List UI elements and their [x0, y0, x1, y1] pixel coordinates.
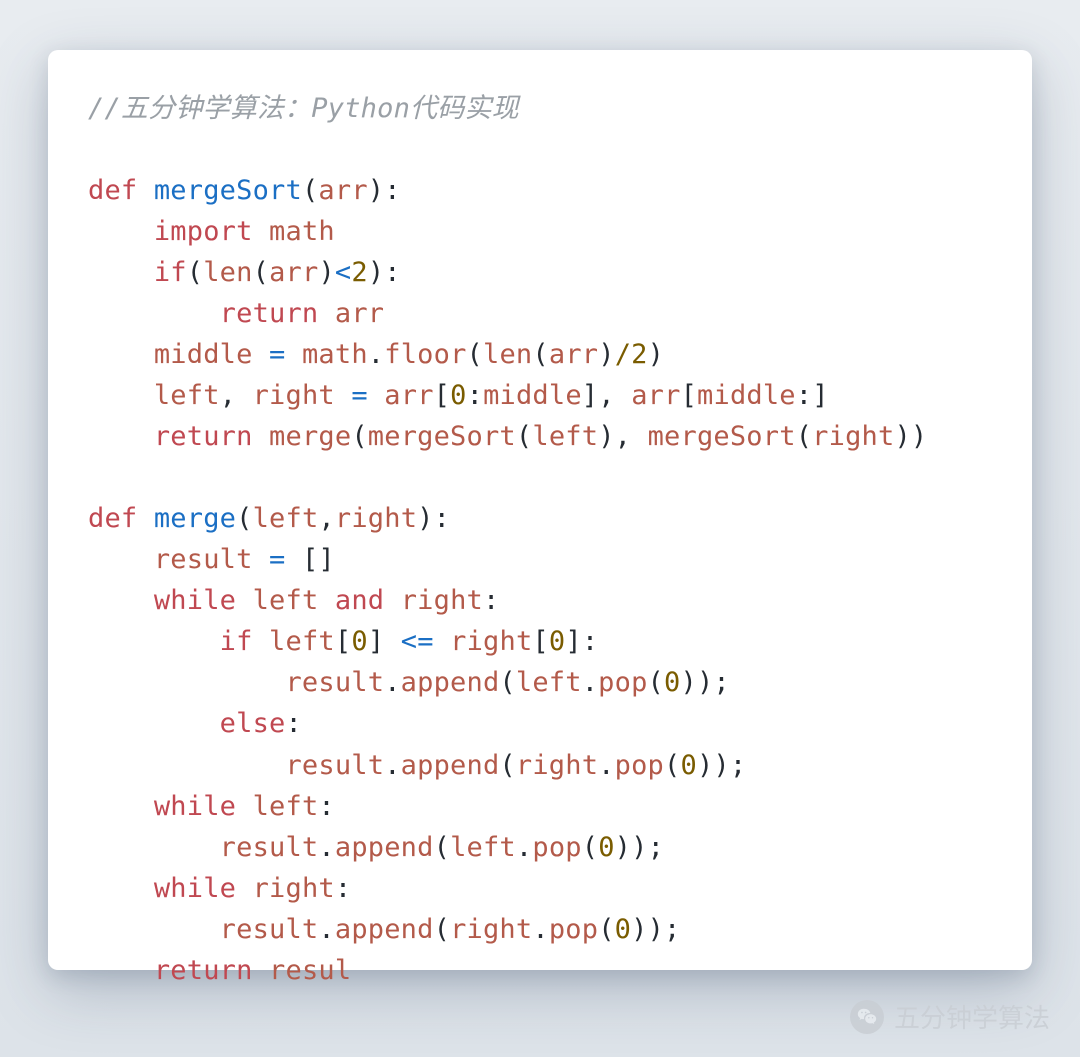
wechat-icon	[850, 1000, 884, 1034]
watermark: 五分钟学算法	[850, 998, 1050, 1035]
kw-def: def	[88, 175, 137, 206]
fn-mergesort: mergeSort	[154, 175, 302, 206]
fn-merge: merge	[154, 503, 236, 534]
watermark-text: 五分钟学算法	[894, 998, 1050, 1035]
code-card: //五分钟学算法：Python代码实现 def mergeSort(arr): …	[48, 50, 1032, 970]
code-block: //五分钟学算法：Python代码实现 def mergeSort(arr): …	[88, 88, 996, 991]
code-comment: //五分钟学算法：Python代码实现	[88, 93, 519, 124]
